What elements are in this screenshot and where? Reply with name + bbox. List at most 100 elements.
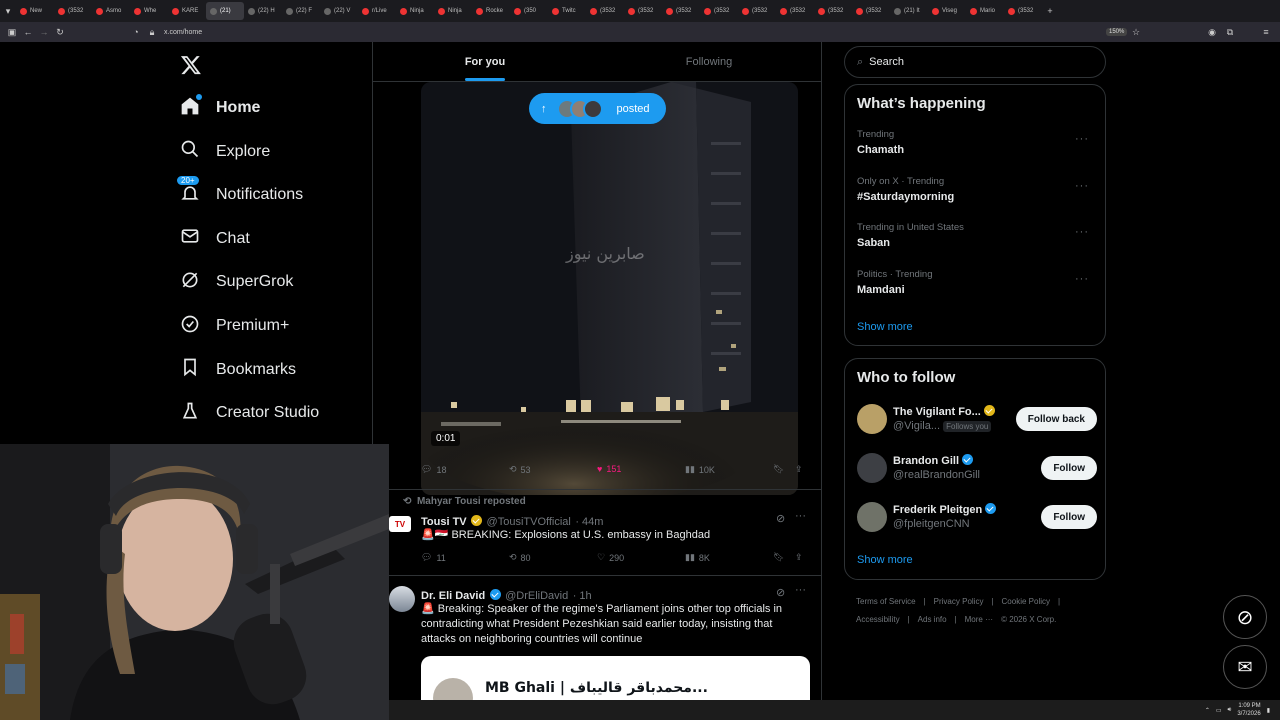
trend-item[interactable]: Only on X · Trending #Saturdaymorning ··· <box>857 176 1097 203</box>
post-time[interactable]: · 1h <box>573 590 592 602</box>
browser-tab[interactable]: r/Live <box>358 2 396 20</box>
follow-button[interactable]: Follow <box>1041 456 1097 480</box>
browser-tab[interactable]: (3532 <box>624 2 662 20</box>
views-button[interactable]: ▮▮ 8K <box>685 552 710 563</box>
browser-tab[interactable]: (3532 <box>662 2 700 20</box>
show-more-follow[interactable]: Show more <box>857 554 913 566</box>
tab-list-icon[interactable]: ▾ <box>0 6 16 17</box>
follow-name[interactable]: Frederik Pleitgen <box>893 504 982 516</box>
avatar[interactable] <box>389 586 415 612</box>
share-button[interactable]: ⇪ <box>795 464 803 475</box>
url-text[interactable]: x.com/home <box>164 29 202 36</box>
more-icon[interactable]: ··· <box>1075 133 1089 145</box>
browser-tab[interactable]: Ninja <box>396 2 434 20</box>
footer-link[interactable]: Terms of Service <box>856 597 916 606</box>
nav-explore[interactable]: Explore <box>180 134 270 170</box>
trend-item[interactable]: Trending Chamath ··· <box>857 129 1097 156</box>
browser-tab[interactable]: (3532 <box>1004 2 1042 20</box>
browser-tab[interactable]: Twitc <box>548 2 586 20</box>
menu-icon[interactable]: ≡ <box>1258 27 1274 37</box>
show-more-trends[interactable]: Show more <box>857 321 913 333</box>
x-logo[interactable] <box>180 54 202 76</box>
follow-name[interactable]: Brandon Gill <box>893 455 959 467</box>
nav-creator-studio[interactable]: Creator Studio <box>180 395 319 431</box>
trend-item[interactable]: Trending in United States Saban ··· <box>857 222 1097 249</box>
footer-link[interactable]: More ··· <box>965 615 993 624</box>
post-eli-david[interactable]: Dr. Eli David @DrEliDavid · 1h ⊘ ··· 🚨 B… <box>373 575 821 716</box>
follow-handle[interactable]: @realBrandonGill <box>893 469 980 481</box>
follow-name[interactable]: The Vigilant Fo... <box>893 406 981 418</box>
browser-tab[interactable]: Rocke <box>472 2 510 20</box>
post-video[interactable]: صابرين نيوز 0:01 <box>421 82 798 495</box>
repost-button[interactable]: ⟲ 80 <box>509 552 531 563</box>
follow-button[interactable]: Follow back <box>1015 407 1097 431</box>
browser-tab[interactable]: (22) F <box>282 2 320 20</box>
footer-link[interactable]: Cookie Policy <box>1002 597 1050 606</box>
browser-tab[interactable]: Whe <box>130 2 168 20</box>
footer-link[interactable]: Accessibility <box>856 615 900 624</box>
reply-button[interactable]: 💬︎ 11 <box>421 552 446 563</box>
network-icon[interactable]: ▭ <box>1216 707 1222 714</box>
like-button[interactable]: ♥ 151 <box>597 464 621 474</box>
tab-for-you[interactable]: For you <box>373 42 597 81</box>
browser-tab[interactable]: (3532 <box>586 2 624 20</box>
follow-suggestion[interactable]: Brandon Gill @realBrandonGill Follow <box>857 451 1097 485</box>
browser-tab[interactable]: (3532 <box>852 2 890 20</box>
follow-suggestion[interactable]: Frederik Pleitgen @fpleitgenCNN Follow <box>857 500 1097 534</box>
trend-item[interactable]: Politics · Trending Mamdani ··· <box>857 269 1097 296</box>
back-icon[interactable]: ← <box>20 27 36 37</box>
forward-icon[interactable]: → <box>36 27 52 37</box>
search-input[interactable]: ⌕ Search <box>844 46 1106 78</box>
footer-link[interactable]: Privacy Policy <box>934 597 984 606</box>
browser-tab[interactable]: Viseg <box>928 2 966 20</box>
browser-tab[interactable]: (3532 <box>54 2 92 20</box>
avatar[interactable] <box>857 502 887 532</box>
browser-tab[interactable]: (3532 <box>700 2 738 20</box>
author-name[interactable]: Dr. Eli David <box>421 590 485 602</box>
nav-notifications[interactable]: 20+ Notifications <box>176 174 303 213</box>
more-icon[interactable]: ··· <box>1075 273 1089 285</box>
post-tousi[interactable]: ⟲ Mahyar Tousi reposted Tousi TV @TousiT… <box>373 489 821 575</box>
nav-chat[interactable]: Chat <box>180 221 250 257</box>
browser-tab[interactable]: (22) H <box>244 2 282 20</box>
grok-fab-button[interactable]: ⊘ <box>1223 595 1267 639</box>
volume-icon[interactable]: 🔊︎ <box>1228 707 1232 714</box>
footer-link[interactable]: © 2026 X Corp. <box>1001 615 1056 624</box>
browser-tab[interactable]: New <box>16 2 54 20</box>
messages-fab-button[interactable]: ✉ <box>1223 645 1267 689</box>
star-icon[interactable]: ☆ <box>1128 27 1144 38</box>
follow-suggestion[interactable]: The Vigilant Fo... @Vigila... Follows yo… <box>857 402 1097 436</box>
browser-tab[interactable]: (3532 <box>814 2 852 20</box>
notification-icon[interactable]: ▮ <box>1267 707 1270 714</box>
follow-button[interactable]: Follow <box>1041 505 1097 529</box>
tray-chevron-icon[interactable]: ⌃ <box>1205 707 1210 714</box>
grok-icon[interactable]: ⊘ <box>776 512 785 525</box>
views-button[interactable]: ▮▮ 10K <box>685 464 715 475</box>
nav-home[interactable]: Home <box>180 90 260 126</box>
browser-tab[interactable]: Mario <box>966 2 1004 20</box>
repost-button[interactable]: ⟲ 53 <box>509 464 531 475</box>
author-handle[interactable]: @TousiTVOfficial <box>487 516 571 528</box>
bookmark-button[interactable]: 🔖︎ <box>773 464 784 475</box>
nav-supergrok[interactable]: SuperGrok <box>180 264 293 300</box>
author-name[interactable]: Tousi TV <box>421 516 467 528</box>
share-button[interactable]: ⇪ <box>795 552 803 563</box>
nav-premium[interactable]: Premium+ <box>180 308 289 344</box>
post-time[interactable]: · 44m <box>575 516 603 528</box>
tab-following[interactable]: Following <box>597 42 821 81</box>
browser-tab[interactable]: (21) It <box>890 2 928 20</box>
grok-icon[interactable]: ⊘ <box>776 586 785 599</box>
browser-tab[interactable]: (3532 <box>776 2 814 20</box>
extensions-icon[interactable]: ⧉ <box>1222 27 1238 38</box>
new-tab-icon[interactable]: + <box>1042 6 1058 16</box>
nav-bookmarks[interactable]: Bookmarks <box>180 352 296 388</box>
browser-tab[interactable]: (22) V <box>320 2 358 20</box>
avatar[interactable] <box>857 453 887 483</box>
more-icon[interactable]: ··· <box>1075 226 1089 238</box>
reply-button[interactable]: 💬︎ 18 <box>421 464 446 475</box>
author-handle[interactable]: @DrEliDavid <box>505 590 568 602</box>
browser-tab[interactable]: (350 <box>510 2 548 20</box>
account-icon[interactable]: ◉ <box>1204 27 1220 38</box>
browser-tab[interactable]: (3532 <box>738 2 776 20</box>
clock[interactable]: 1:09 PM 3/7/2026 <box>1237 702 1260 718</box>
